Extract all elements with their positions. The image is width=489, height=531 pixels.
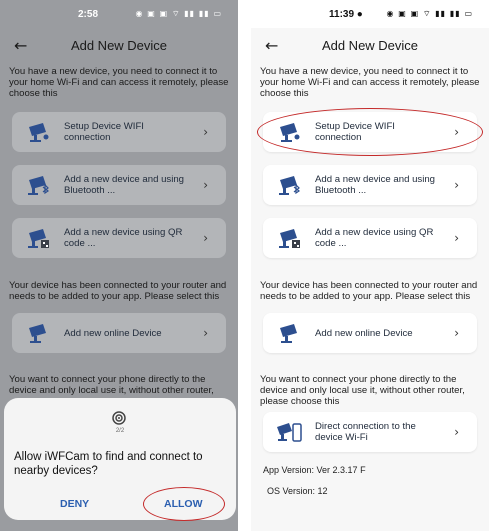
- camera-bluetooth-icon: [275, 174, 303, 196]
- intro-text: You have a new device, you need to conne…: [9, 66, 229, 99]
- qr-code-card[interactable]: Add a new device using QR code ... ›: [263, 218, 477, 258]
- router-text: Your device has been connected to your r…: [9, 280, 227, 302]
- add-online-device-card[interactable]: Add new online Device ›: [12, 313, 226, 353]
- app-bar: ← Add New Device: [0, 28, 238, 62]
- app-bar: ← Add New Device: [251, 28, 489, 62]
- status-bar: 2:58 ◉ ▣ ▣ ⌔ ▮▮ ▮▮ ▭: [0, 0, 238, 28]
- card-label: Add a new device and using Bluetooth ...: [315, 174, 436, 196]
- intro-text: You have a new device, you need to conne…: [260, 66, 480, 99]
- chevron-right-icon: ›: [203, 125, 208, 139]
- status-icons: ◉ ▣ ▣ ⌔ ▮▮ ▮▮ ▭: [135, 9, 222, 18]
- chevron-right-icon: ›: [454, 178, 459, 192]
- right-phone-screen: 11:39 ● ◉ ▣ ▣ ⌔ ▮▮ ▮▮ ▭ ← Add New Device…: [251, 0, 489, 531]
- card-label: Direct connection to the device Wi-Fi: [315, 421, 416, 443]
- os-version: OS Version: 12: [267, 486, 328, 496]
- status-time: 11:39 ●: [329, 8, 363, 20]
- card-label: Add a new device using QR code ...: [315, 227, 434, 249]
- status-bar: 11:39 ● ◉ ▣ ▣ ⌔ ▮▮ ▮▮ ▭: [251, 0, 489, 28]
- chevron-right-icon: ›: [454, 231, 459, 245]
- camera-qr-icon: [24, 227, 52, 249]
- back-arrow-icon[interactable]: ←: [265, 36, 278, 55]
- direct-connection-card[interactable]: Direct connection to the device Wi-Fi ›: [263, 412, 477, 452]
- camera-wifi-icon: [24, 121, 52, 143]
- chevron-right-icon: ›: [454, 326, 459, 340]
- camera-bluetooth-icon: [24, 174, 52, 196]
- back-arrow-icon[interactable]: ←: [14, 36, 27, 55]
- card-label: Add a new device and using Bluetooth ...: [64, 174, 185, 196]
- direct-text: You want to connect your phone directly …: [9, 374, 214, 396]
- status-time: 2:58: [78, 8, 99, 20]
- card-label: Add a new device using QR code ...: [64, 227, 183, 249]
- card-label: Add new online Device: [64, 327, 162, 339]
- dialog-step: 2/2: [115, 428, 125, 434]
- app-version: App Version: Ver 2.3.17 F: [263, 465, 366, 475]
- card-label: Setup Device WIFI connection: [64, 121, 144, 143]
- camera-qr-icon: [275, 227, 303, 249]
- status-icons: ◉ ▣ ▣ ⌔ ▮▮ ▮▮ ▭: [386, 9, 473, 18]
- annotation-circle: [143, 487, 225, 521]
- setup-wifi-card[interactable]: Setup Device WIFI connection ›: [12, 112, 226, 152]
- dialog-message: Allow iWFCam to find and connect to near…: [14, 451, 203, 477]
- add-online-device-card[interactable]: Add new online Device ›: [263, 313, 477, 353]
- chevron-right-icon: ›: [454, 425, 459, 439]
- router-text: Your device has been connected to your r…: [260, 280, 478, 302]
- permission-dialog: 2/2 Allow iWFCam to find and connect to …: [4, 398, 236, 521]
- annotation-circle: [257, 108, 483, 156]
- deny-button[interactable]: DENY: [60, 498, 89, 510]
- chevron-right-icon: ›: [203, 326, 208, 340]
- direct-text: You want to connect your phone directly …: [260, 374, 465, 407]
- page-title: Add New Device: [321, 37, 419, 53]
- card-label: Add new online Device: [315, 327, 413, 339]
- chevron-right-icon: ›: [203, 178, 208, 192]
- qr-code-card[interactable]: Add a new device using QR code ... ›: [12, 218, 226, 258]
- page-title: Add New Device: [70, 37, 168, 53]
- camera-online-icon: [275, 322, 303, 344]
- bluetooth-card[interactable]: Add a new device and using Bluetooth ...…: [12, 165, 226, 205]
- bluetooth-card[interactable]: Add a new device and using Bluetooth ...…: [263, 165, 477, 205]
- camera-phone-icon: [275, 421, 303, 443]
- chevron-right-icon: ›: [203, 231, 208, 245]
- camera-online-icon: [24, 322, 52, 344]
- left-phone-screen: 2:58 ◉ ▣ ▣ ⌔ ▮▮ ▮▮ ▭ ← Add New Device Yo…: [0, 0, 238, 531]
